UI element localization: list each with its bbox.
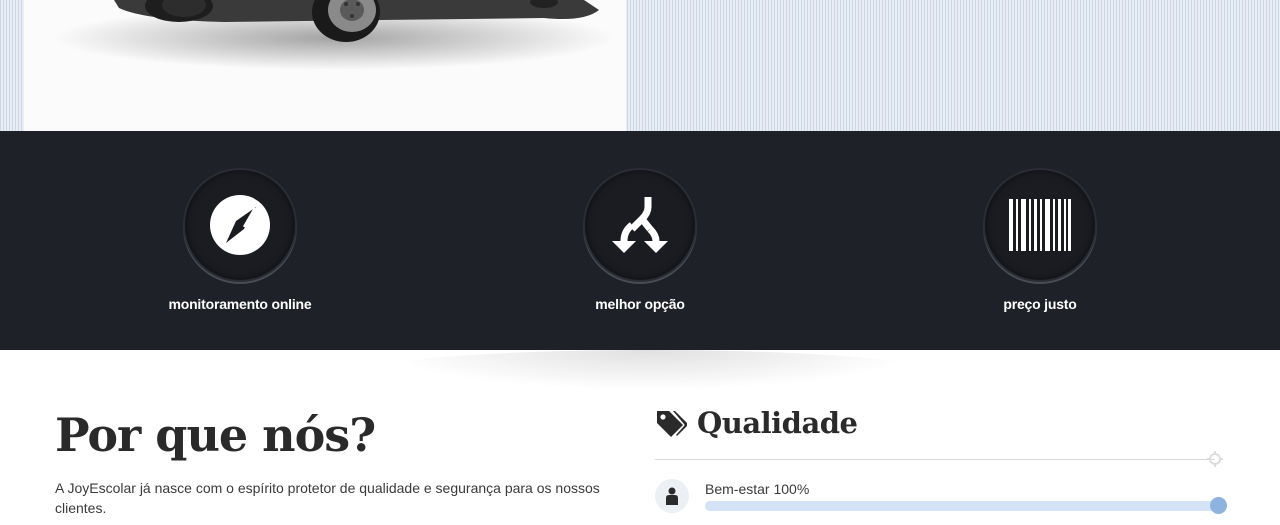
features-band: monitoramento online melhor opção preço …: [0, 131, 1280, 350]
quality-heading: Qualidade: [655, 403, 858, 443]
compass-icon: [210, 195, 270, 255]
feature-label: monitoramento online: [168, 296, 312, 312]
feature-label: melhor opção: [595, 296, 685, 312]
person-icon: [666, 487, 678, 505]
barcode-icon: [1009, 199, 1071, 251]
van-photo: [54, 0, 614, 70]
feature-icon-circle: [183, 168, 297, 282]
hero-image-panel: [24, 0, 626, 131]
feature-monitoring: monitoramento online: [120, 168, 360, 312]
crosshair-icon: [1207, 451, 1223, 467]
why-title: Por que nós?: [55, 408, 376, 462]
feature-icon-circle: [583, 168, 697, 282]
split-arrows-icon: [612, 197, 668, 253]
section-divider: [655, 459, 1215, 460]
feature-icon-circle: [983, 168, 1097, 282]
why-text: A JoyEscolar já nasce com o espírito pro…: [55, 480, 600, 516]
skill-avatar: [655, 479, 689, 513]
feature-label: preço justo: [1003, 296, 1077, 312]
tags-icon: [657, 411, 687, 437]
skill-label: Bem-estar 100%: [705, 481, 810, 497]
feature-best-option: melhor opção: [520, 168, 760, 312]
band-shadow: [380, 350, 920, 390]
skill-progress-knob[interactable]: [1210, 497, 1227, 514]
hero-section: [0, 0, 1280, 131]
skill-progress-fill: [705, 501, 1220, 511]
feature-fair-price: preço justo: [920, 168, 1160, 312]
quality-title: Qualidade: [697, 406, 858, 440]
skill-progress-track: [705, 501, 1220, 511]
